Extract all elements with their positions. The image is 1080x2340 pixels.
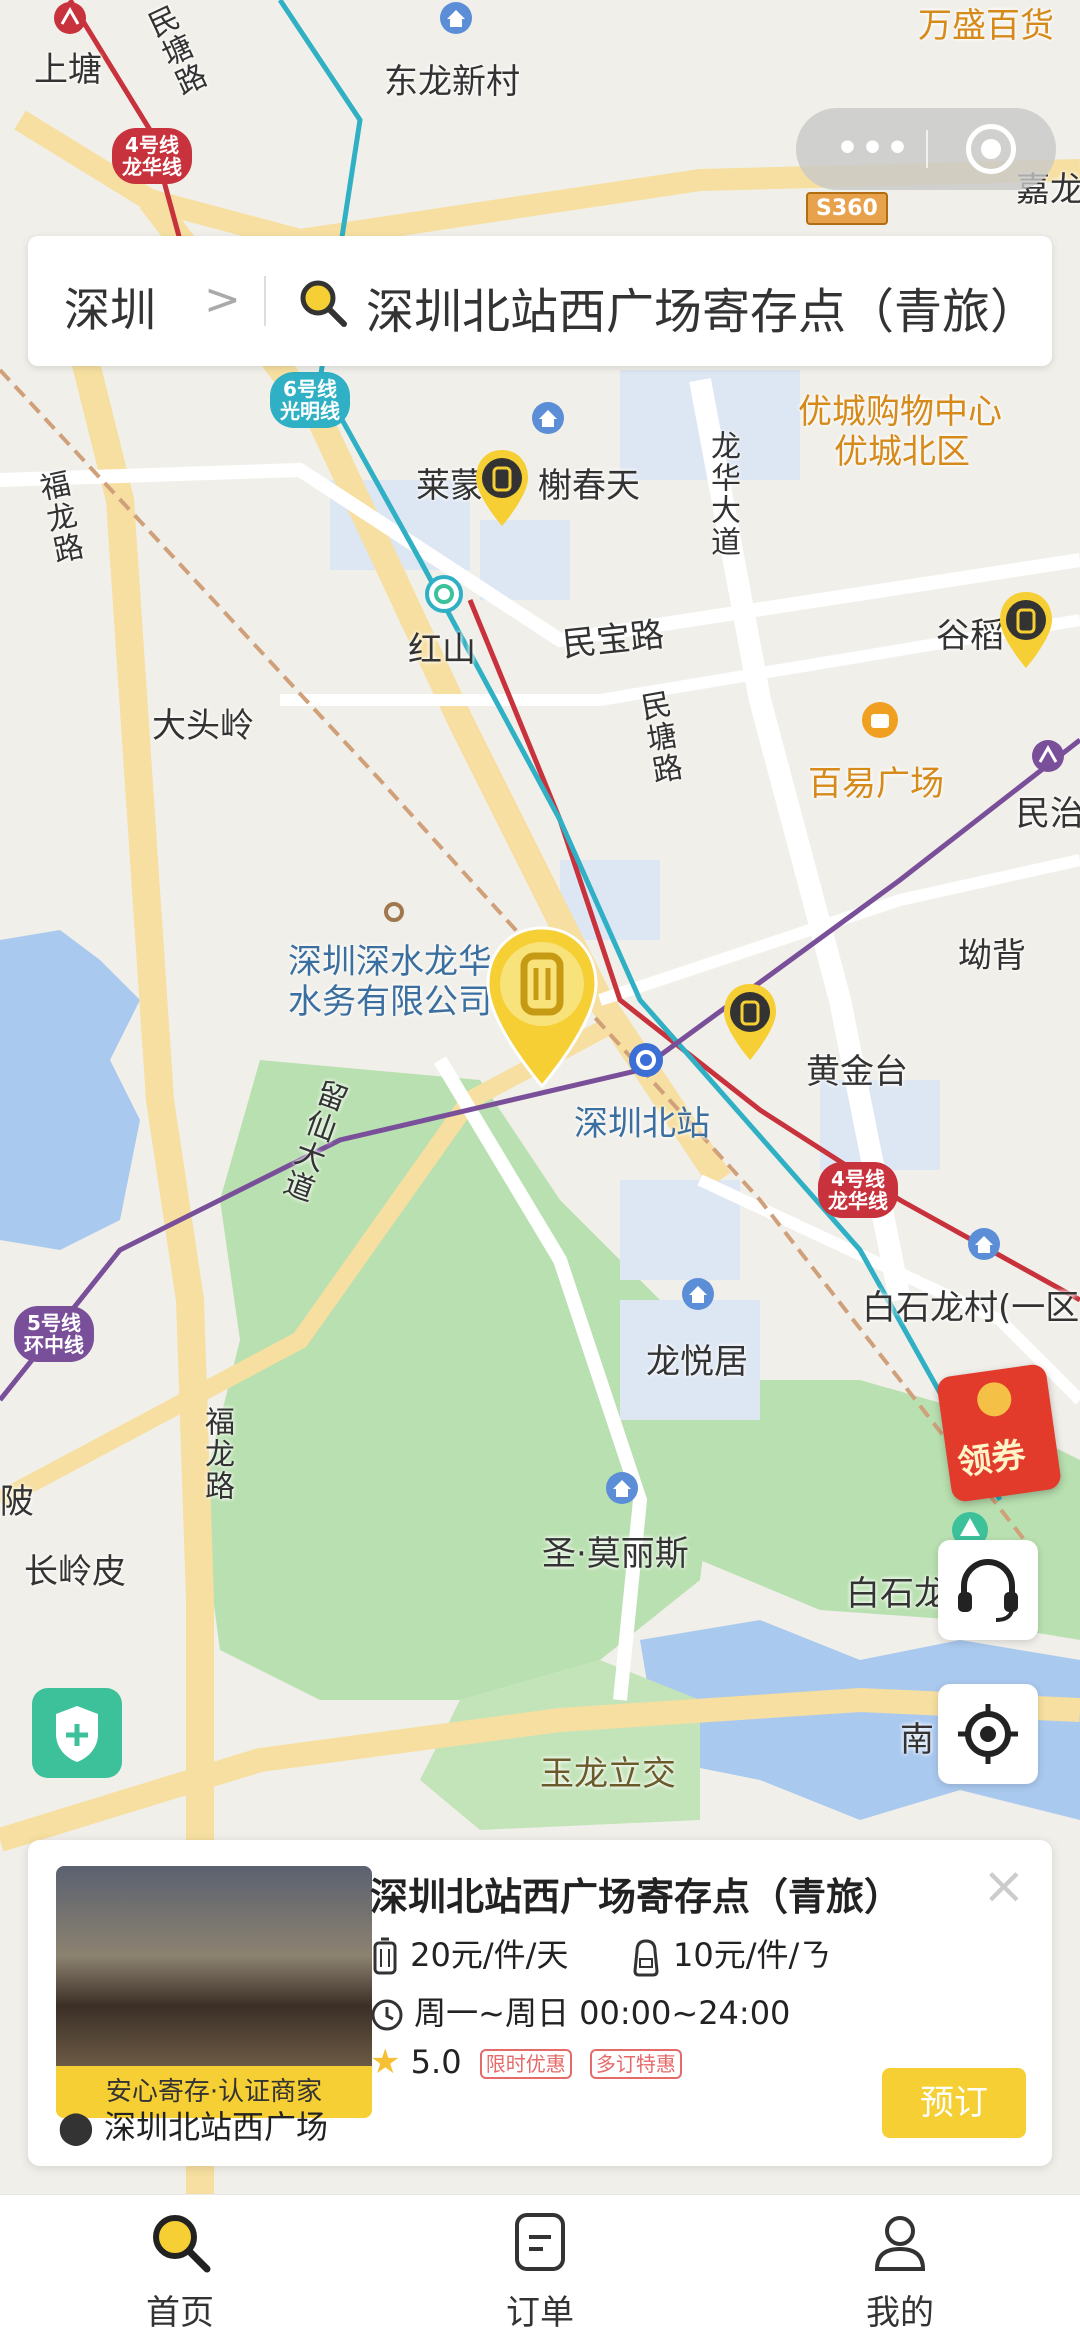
- promo-tag-multi: 多订特惠: [589, 2049, 682, 2079]
- map-label-hongshan: 红山: [408, 630, 476, 670]
- locate-button[interactable]: [938, 1684, 1038, 1784]
- coupon-label: 领券: [955, 1434, 1029, 1484]
- city-selector[interactable]: 深圳: [64, 274, 156, 340]
- order-icon: [515, 2213, 565, 2271]
- tab-profile[interactable]: 我的: [800, 2207, 1000, 2334]
- metro-badge-line6: 6号线 光明线: [270, 372, 350, 428]
- metro-badge-line4-top: 4号线 龙华线: [112, 128, 192, 184]
- metro-badge-line5: 5号线 环中线: [14, 1306, 94, 1362]
- map-label-po: 陂: [0, 1482, 34, 1522]
- location-pin-icon: ⬤: [58, 2108, 94, 2146]
- coin-icon: [975, 1380, 1014, 1419]
- customer-service-button[interactable]: [938, 1540, 1038, 1640]
- tab-home-label: 首页: [146, 2293, 214, 2333]
- luggage-pin-icon[interactable]: [472, 448, 532, 528]
- metro-badge-line4-mid: 4号线 龙华线: [818, 1162, 898, 1218]
- chevron-right-icon: >: [204, 274, 241, 325]
- rating-value: 5.0: [410, 2043, 462, 2081]
- promo-tag-limited: 限时优惠: [479, 2049, 572, 2079]
- coupon-button[interactable]: 领券: [935, 1362, 1063, 1504]
- map-label-shenzhen-north: 深圳北站: [574, 1104, 710, 1144]
- map-label-fulong-road-2: 福龙路: [199, 1406, 234, 1502]
- map-label-wansheng: 万盛百货: [918, 6, 1054, 46]
- home-poi-icon-baishilong: [968, 1228, 1000, 1260]
- home-poi-icon: [532, 402, 564, 434]
- map-label-nan: 南: [900, 1720, 934, 1760]
- tab-orders[interactable]: 订单: [440, 2207, 640, 2334]
- rating-row: ★ 5.0 限时优惠 多订特惠: [370, 2042, 682, 2082]
- map-label-datouling: 大头岭: [152, 706, 254, 746]
- safety-shield-button[interactable]: [32, 1688, 122, 1778]
- map-label-huangjintai: 黄金台: [806, 1052, 908, 1092]
- map-label-youcheng-north: 优城北区: [834, 432, 970, 472]
- clock-icon: [371, 1999, 403, 2031]
- shield-icon: [56, 1706, 98, 1762]
- poi-dot-icon: [384, 902, 404, 922]
- store-address: 深圳北站西广场: [103, 2108, 328, 2146]
- search-divider: [264, 276, 266, 326]
- map-label-changlingpi: 长岭皮: [24, 1552, 126, 1592]
- price-row: 20元/件/天 10元/件/ㄋ: [370, 1930, 831, 1977]
- map-label-yulong-interchange: 玉龙立交: [540, 1754, 676, 1794]
- selected-luggage-pin-icon[interactable]: [482, 924, 602, 1090]
- map-label-aobei: 坳背: [958, 936, 1026, 976]
- metro-logo-icon-minzhi: [1032, 740, 1064, 772]
- map-label-baiyi-plaza: 百易广场: [808, 764, 944, 804]
- home-poi-icon-longyueju: [682, 1278, 714, 1310]
- metro-logo-icon: [54, 2, 86, 34]
- map-label-guhe: 谷稻: [936, 616, 1004, 656]
- opening-hours: 周一~周日 00:00~24:00: [414, 1994, 791, 2032]
- metro-station-icon-hongshan: [425, 575, 463, 613]
- map-label-shangtang: 上塘: [34, 50, 102, 90]
- tab-orders-label: 订单: [506, 2293, 574, 2333]
- more-menu-icon[interactable]: •••: [836, 128, 911, 169]
- bag-price: 10元/件/ㄋ: [672, 1936, 832, 1974]
- mini-program-capsule: •••: [796, 108, 1056, 190]
- home-poi-icon-shenglisi: [606, 1472, 638, 1504]
- map-label-water-company: 深圳深水龙华 水务有限公司: [288, 942, 492, 1022]
- map-label-minzhi: 民治: [1016, 794, 1080, 834]
- bottom-tab-bar: 首页 订单 我的: [0, 2194, 1080, 2340]
- book-button[interactable]: 预订: [882, 2068, 1026, 2138]
- close-program-icon[interactable]: [966, 124, 1016, 174]
- luggage-pin-icon-guhe[interactable]: [996, 590, 1056, 670]
- tab-home[interactable]: 首页: [80, 2207, 280, 2334]
- luggage-pin-icon-north[interactable]: [720, 982, 780, 1062]
- map-label-longhua-ave: 龙华大道: [705, 430, 740, 558]
- profile-icon: [874, 2216, 926, 2271]
- map-label-shenglisi: 圣·莫丽斯: [542, 1534, 689, 1574]
- address-row: ⬤ 深圳北站西广场: [58, 2102, 328, 2148]
- map-label-shuchuntian: 榭春天: [538, 466, 640, 506]
- road-sign-s360: S360: [806, 192, 888, 225]
- search-icon: [300, 280, 347, 327]
- mall-poi-icon: [862, 702, 898, 738]
- luggage-price: 20元/件/天: [410, 1936, 569, 1974]
- hours-row: 周一~周日 00:00~24:00: [370, 1988, 790, 2034]
- home-poi-icon-top: [440, 2, 472, 34]
- tab-profile-label: 我的: [866, 2293, 934, 2333]
- headset-icon: [958, 1559, 1018, 1622]
- search-bar[interactable]: 深圳 > 深圳北站西广场寄存点（青旅）: [28, 236, 1052, 366]
- capsule-divider: [926, 130, 928, 168]
- store-title: 深圳北站西广场寄存点（青旅）: [370, 1875, 903, 1919]
- map-label-longyueju: 龙悦居: [646, 1342, 748, 1382]
- backpack-icon: [633, 1939, 659, 1977]
- suitcase-icon: [373, 1937, 397, 1975]
- map-label-baishilong: 白石龙村(一区): [862, 1288, 1080, 1328]
- search-icon: [153, 2215, 211, 2273]
- star-icon: ★: [370, 2042, 401, 2082]
- store-detail-card[interactable]: 安心寄存·认证商家 深圳北站西广场寄存点（青旅） × 20元/件/天 10元/件…: [28, 1840, 1052, 2166]
- map-label-donglong: 东龙新村: [384, 62, 520, 102]
- close-icon[interactable]: ×: [982, 1860, 1026, 1912]
- store-photo: [56, 1866, 372, 2066]
- search-query[interactable]: 深圳北站西广场寄存点（青旅）: [366, 272, 1038, 342]
- locate-icon: [958, 1704, 1018, 1764]
- metro-station-icon-north: [629, 1043, 663, 1077]
